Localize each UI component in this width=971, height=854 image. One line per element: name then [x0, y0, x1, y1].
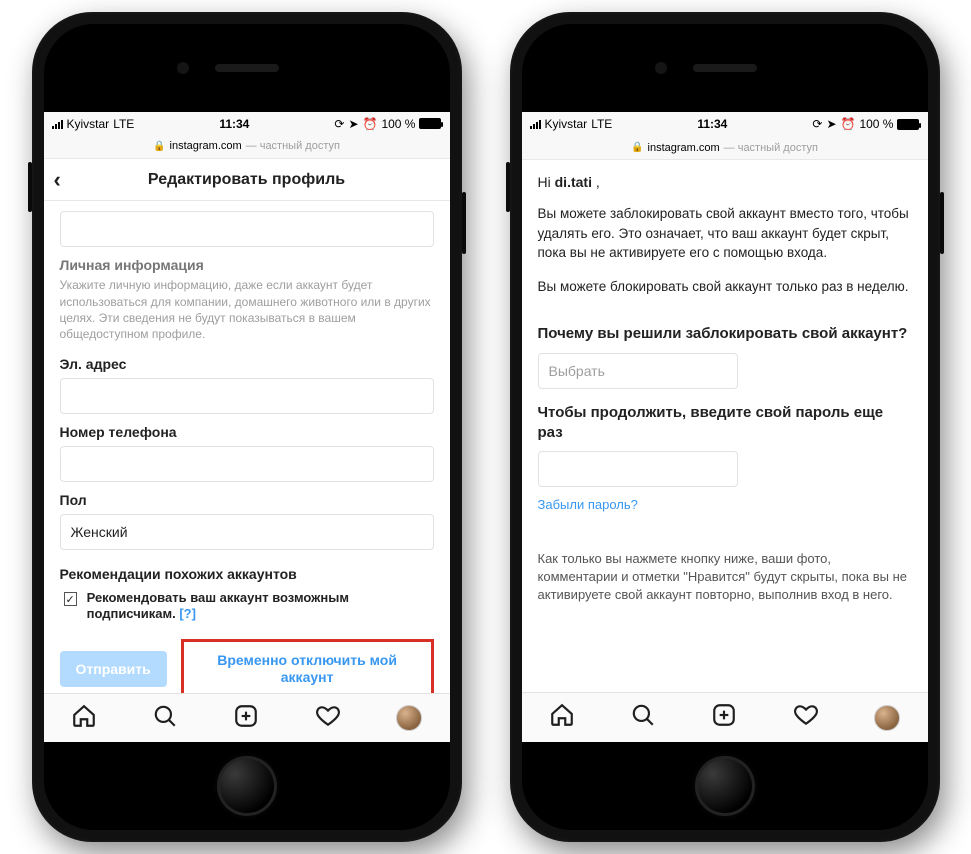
personal-info-desc: Укажите личную информацию, даже если акк…	[60, 277, 434, 342]
greeting-username: di.tati	[555, 174, 592, 190]
status-time: 11:34	[697, 117, 727, 131]
email-label: Эл. адрес	[60, 356, 434, 372]
footer-paragraph: Как только вы нажмете кнопку ниже, ваши …	[538, 550, 912, 605]
page-header: ‹ Редактировать профиль	[44, 159, 450, 202]
phone-frame-1: Kyivstar LTE 11:34 ⟳ ➤ ⏰ 100 % 🔒 instagr…	[32, 12, 462, 842]
status-bar: Kyivstar LTE 11:34 ⟳ ➤ ⏰ 100 %	[44, 112, 450, 135]
activity-heart-icon[interactable]	[793, 702, 819, 733]
personal-info-title: Личная информация	[60, 257, 434, 273]
profile-avatar[interactable]	[874, 705, 900, 731]
url-domain: instagram.com	[170, 140, 242, 152]
back-chevron-icon[interactable]: ‹	[54, 169, 61, 191]
network-label: LTE	[591, 117, 612, 131]
lock-icon: 🔒	[631, 142, 643, 153]
temporarily-disable-account-link[interactable]: Временно отключить мой аккаунт	[181, 639, 434, 694]
help-link[interactable]: [?]	[179, 606, 196, 621]
battery-icon	[419, 118, 441, 129]
home-icon[interactable]	[549, 702, 575, 733]
lock-icon: 🔒	[153, 141, 165, 152]
signal-icon	[52, 119, 63, 129]
password-input[interactable]	[538, 451, 738, 487]
page-title: Редактировать профиль	[148, 171, 345, 189]
search-icon[interactable]	[152, 703, 178, 734]
add-post-icon[interactable]	[711, 702, 737, 733]
info-paragraph-2: Вы можете блокировать свой аккаунт тольк…	[538, 277, 912, 297]
alarm-icon: ⏰	[363, 117, 378, 131]
battery-icon	[897, 119, 919, 130]
greeting: Hi di.tati ,	[538, 174, 912, 190]
orientation-lock-icon: ⟳	[334, 117, 344, 131]
location-icon: ➤	[826, 117, 836, 131]
forgot-password-link[interactable]: Забыли пароль?	[538, 497, 638, 512]
alarm-icon: ⏰	[841, 117, 856, 131]
network-label: LTE	[113, 117, 134, 131]
phone-frame-2: Kyivstar LTE 11:34 ⟳ ➤ ⏰ 100 % 🔒 instagr…	[510, 12, 940, 842]
orientation-lock-icon: ⟳	[812, 117, 822, 131]
home-button[interactable]	[695, 756, 755, 816]
reason-select[interactable]: Выбрать	[538, 353, 738, 389]
url-suffix: — частный доступ	[724, 142, 818, 154]
recommend-checkbox-row[interactable]: ✓ Рекомендовать ваш аккаунт возможным по…	[60, 590, 434, 623]
password-label: Чтобы продолжить, введите свой пароль ещ…	[538, 403, 912, 444]
reason-label: Почему вы решили заблокировать свой акка…	[538, 324, 912, 344]
home-icon[interactable]	[71, 703, 97, 734]
url-suffix: — частный доступ	[246, 140, 340, 152]
signal-icon	[530, 119, 541, 129]
email-input[interactable]	[60, 378, 434, 414]
bottom-tab-bar	[44, 693, 450, 742]
url-domain: instagram.com	[648, 142, 720, 154]
recommend-checkbox-label: Рекомендовать ваш аккаунт возможным подп…	[87, 590, 434, 623]
gender-label: Пол	[60, 492, 434, 508]
phone-label: Номер телефона	[60, 424, 434, 440]
phone-input[interactable]	[60, 446, 434, 482]
battery-text: 100 %	[381, 117, 415, 131]
carrier-label: Kyivstar	[67, 117, 110, 131]
activity-heart-icon[interactable]	[315, 703, 341, 734]
recommendations-title: Рекомендации похожих аккаунтов	[60, 566, 434, 582]
carrier-label: Kyivstar	[545, 117, 588, 131]
status-time: 11:34	[219, 117, 249, 131]
unlabeled-input[interactable]	[60, 211, 434, 247]
gender-select[interactable]: Женский	[60, 514, 434, 550]
bottom-tab-bar	[522, 692, 928, 742]
checkbox-icon[interactable]: ✓	[64, 592, 77, 606]
submit-button[interactable]: Отправить	[60, 651, 167, 687]
browser-url-bar[interactable]: 🔒 instagram.com — частный доступ	[44, 135, 450, 158]
status-bar: Kyivstar LTE 11:34 ⟳ ➤ ⏰ 100 %	[522, 112, 928, 136]
home-button[interactable]	[217, 756, 277, 816]
search-icon[interactable]	[630, 702, 656, 733]
info-paragraph-1: Вы можете заблокировать свой аккаунт вме…	[538, 204, 912, 263]
battery-text: 100 %	[859, 117, 893, 131]
location-icon: ➤	[348, 117, 358, 131]
profile-avatar[interactable]	[396, 705, 422, 731]
browser-url-bar[interactable]: 🔒 instagram.com — частный доступ	[522, 136, 928, 160]
add-post-icon[interactable]	[233, 703, 259, 734]
